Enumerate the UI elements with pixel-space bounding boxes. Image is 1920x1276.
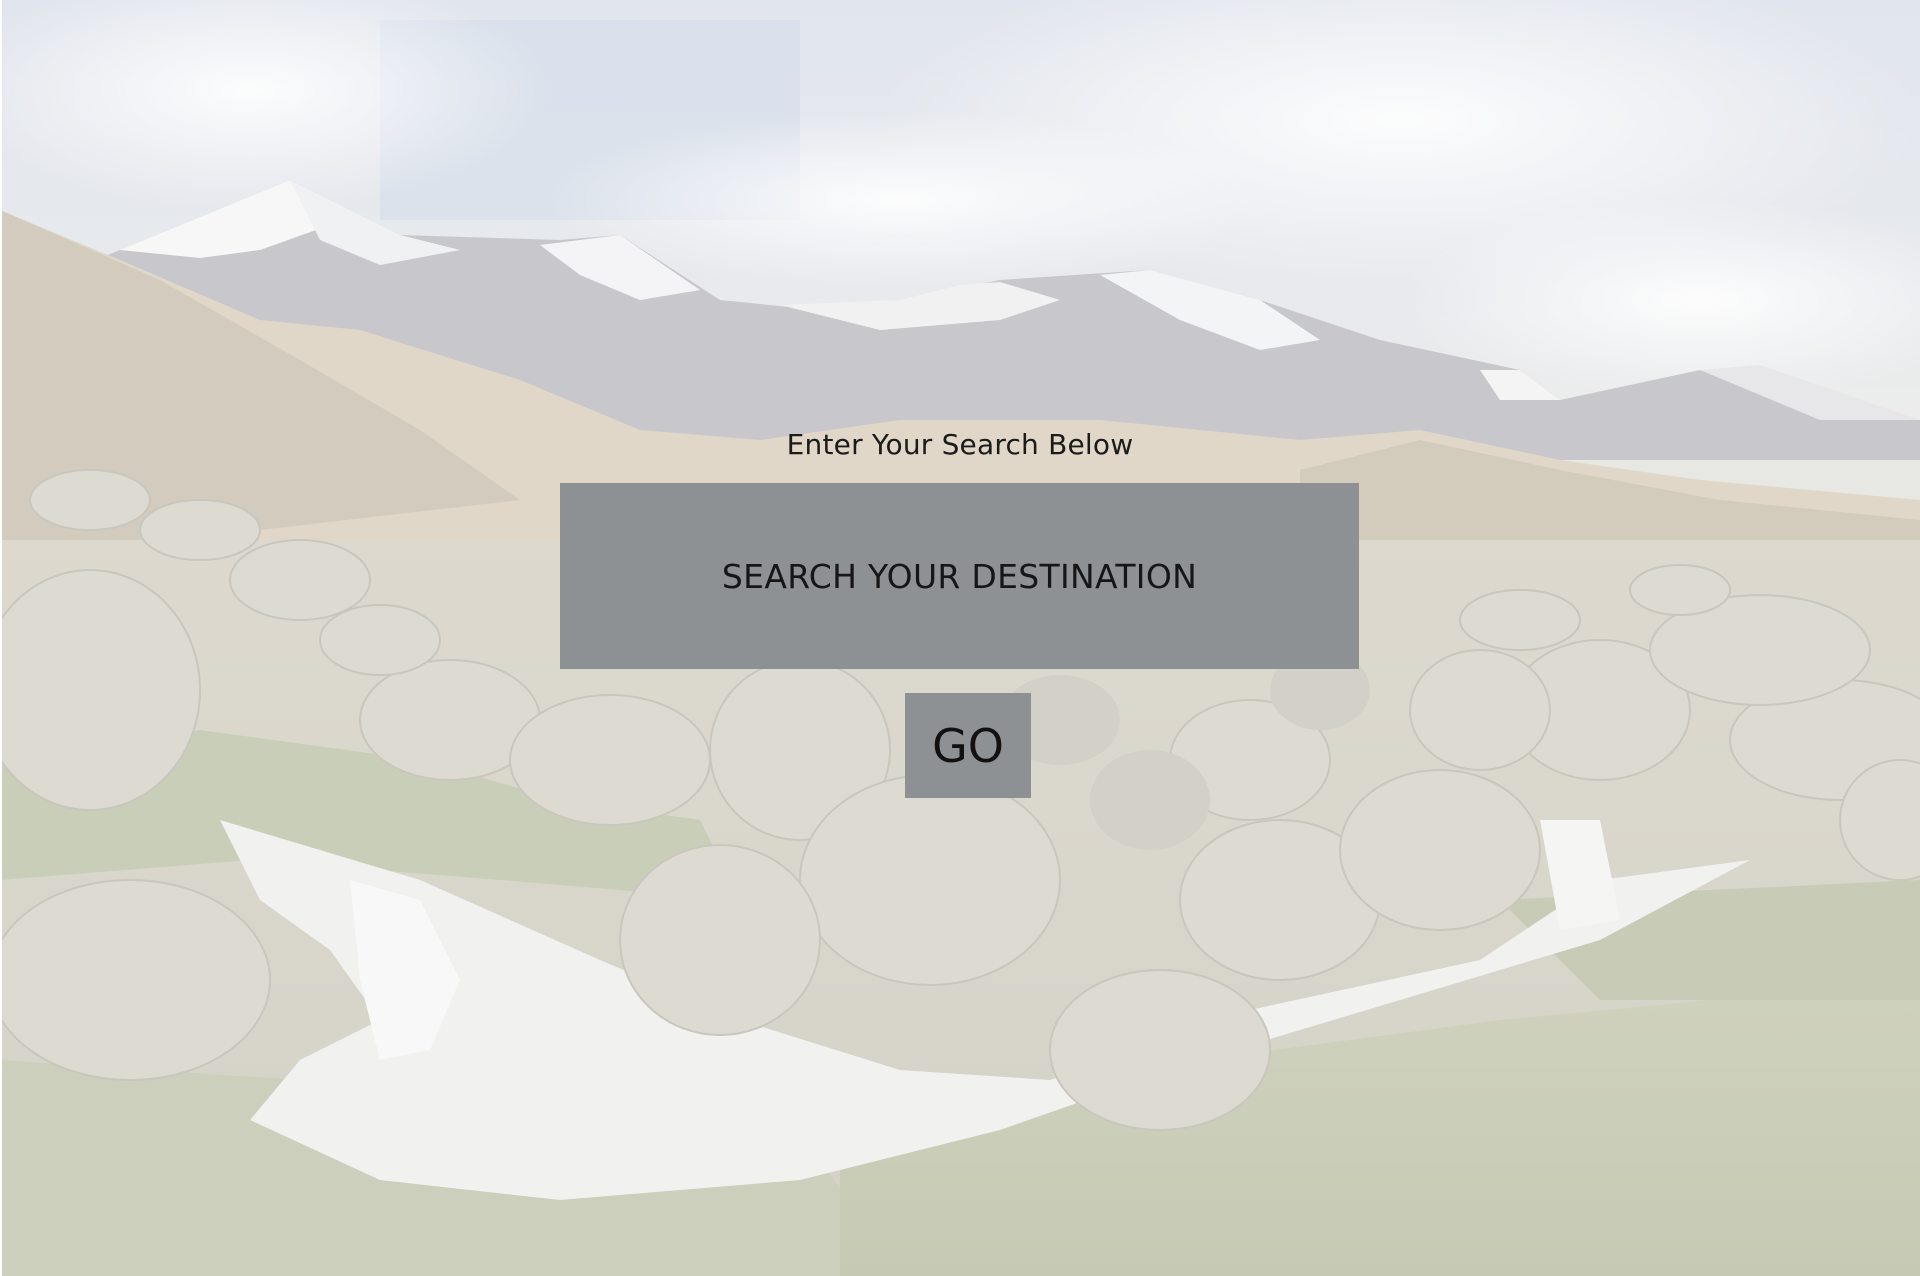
search-page: Enter Your Search Below GO <box>0 0 1920 1276</box>
go-button[interactable]: GO <box>905 693 1031 798</box>
search-heading: Enter Your Search Below <box>786 428 1134 461</box>
search-input[interactable] <box>560 483 1359 669</box>
search-form: Enter Your Search Below GO <box>0 0 1920 1276</box>
